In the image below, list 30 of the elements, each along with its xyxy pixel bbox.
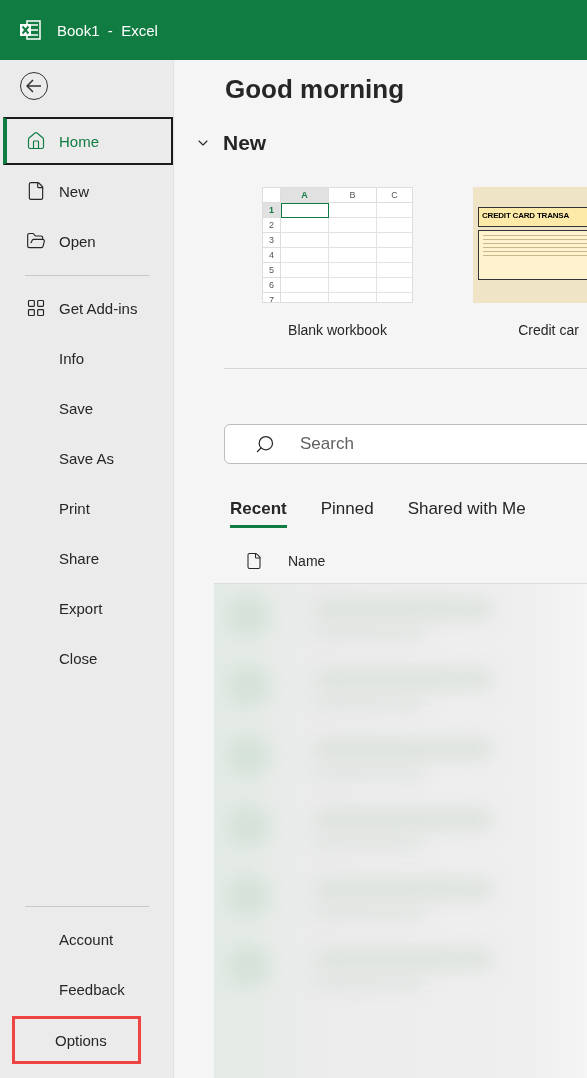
file-icon	[245, 552, 263, 570]
sidebar-item[interactable]: Info	[3, 334, 173, 382]
sidebar-item[interactable]: Save As	[3, 434, 173, 482]
tab[interactable]: Recent	[230, 499, 287, 528]
excel-logo-icon	[19, 20, 41, 40]
sidebar-item[interactable]: Options	[12, 1016, 141, 1064]
section-toggle[interactable]: New	[195, 131, 587, 155]
sidebar-item[interactable]: Share	[3, 534, 173, 582]
column-header: Name	[288, 553, 326, 569]
tab[interactable]: Shared with Me	[407, 499, 526, 528]
search-icon	[255, 434, 275, 454]
sidebar-item[interactable]: Close	[3, 634, 173, 682]
sidebar-item[interactable]: Print	[3, 484, 173, 532]
tab[interactable]: Pinned	[320, 499, 374, 528]
template-tile[interactable]: CREDIT CARD TRANSA Credit car	[473, 187, 587, 338]
sidebar-item[interactable]: Open	[3, 217, 173, 265]
template-thumbnail: CREDIT CARD TRANSA	[473, 187, 587, 303]
search-field[interactable]: Search	[224, 424, 587, 464]
greeting-heading: Good morning	[225, 74, 406, 105]
back-arrow-icon	[26, 79, 42, 93]
window-title: Book1 - Excel	[57, 21, 158, 39]
sidebar-item[interactable]: Account	[3, 915, 173, 963]
grid-icon	[25, 298, 47, 318]
sidebar-item[interactable]: Save	[3, 384, 173, 432]
folder-icon	[25, 231, 47, 251]
sidebar-item[interactable]: New	[3, 167, 173, 215]
house-icon	[25, 131, 47, 151]
sidebar-item[interactable]: Feedback	[3, 965, 173, 1013]
sidebar-item[interactable]: Get Add-ins	[3, 284, 173, 332]
sidebar-item[interactable]: Export	[3, 584, 173, 632]
